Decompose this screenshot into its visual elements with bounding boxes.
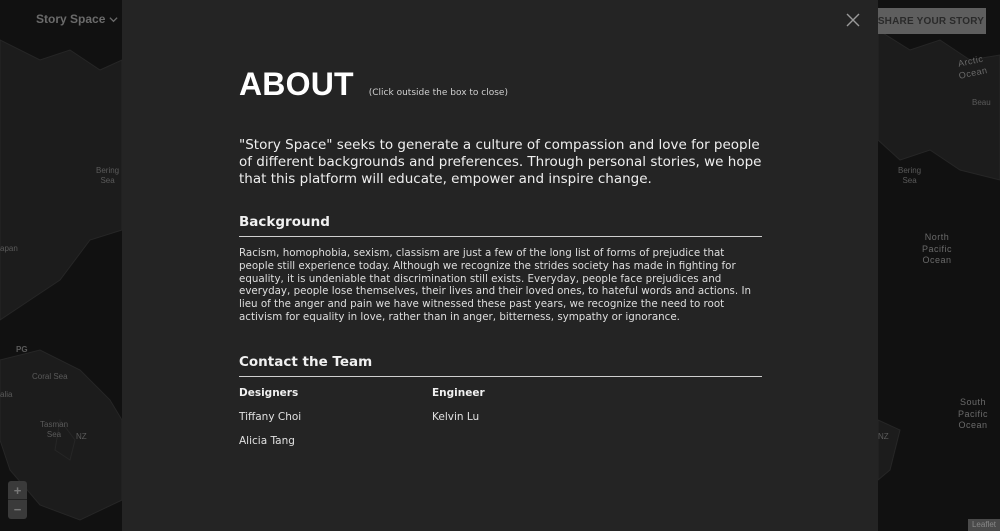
map-label-bering-sea-right: Bering Sea [898,166,922,186]
brand-menu[interactable]: Story Space [36,12,118,26]
team-member: Alicia Tang [239,434,295,447]
team-member: Tiffany Choi [239,410,302,423]
background-heading: Background [239,214,762,237]
close-hint: (Click outside the box to close) [368,88,508,98]
map-attribution[interactable]: Leaflet [967,519,1000,531]
zoom-in-button[interactable]: + [8,481,27,500]
about-header: ABOUT (Click outside the box to close) [239,66,762,106]
designers-heading: Designers [239,386,299,399]
engineer-heading: Engineer [432,386,485,399]
designers-column: Designers Tiffany Choi Alicia Tang [239,387,432,447]
intro-text: "Story Space" seeks to generate a cultur… [239,137,762,187]
team-list: Designers Tiffany Choi Alicia Tang Engin… [239,387,762,447]
team-member: Kelvin Lu [432,410,480,423]
map-label-coral-sea: Coral Sea [32,372,68,381]
map-label-north-pacific-ocean: North Pacific Ocean [922,232,953,266]
share-your-story-button[interactable]: SHARE YOUR STORY [876,8,986,34]
map-label-tasman-sea: Tasman Sea [40,420,69,440]
page-title: ABOUT [239,66,354,102]
about-content: ABOUT (Click outside the box to close) "… [239,66,762,447]
zoom-control: + − [8,481,27,519]
contact-heading: Contact the Team [239,354,762,377]
map-label-png: PG [16,345,28,354]
map-label-japan: apan [0,244,18,253]
map-label-nz: NZ [76,432,87,441]
map-label-south-pacific-ocean: South Pacific Ocean [958,397,989,431]
zoom-out-button[interactable]: − [8,500,27,519]
map-label-nz-right: NZ [878,432,889,441]
close-icon[interactable] [845,12,861,28]
map-label-bering-sea: Bering Sea [96,166,120,186]
engineer-column: Engineer Kelvin Lu [432,387,625,447]
map-label-australia: alia [0,390,13,399]
brand-title: Story Space [36,12,106,26]
chevron-down-icon [109,16,118,22]
background-text: Racism, homophobia, sexism, classism are… [239,247,752,323]
map-label-beaufort: Beau [972,98,991,107]
